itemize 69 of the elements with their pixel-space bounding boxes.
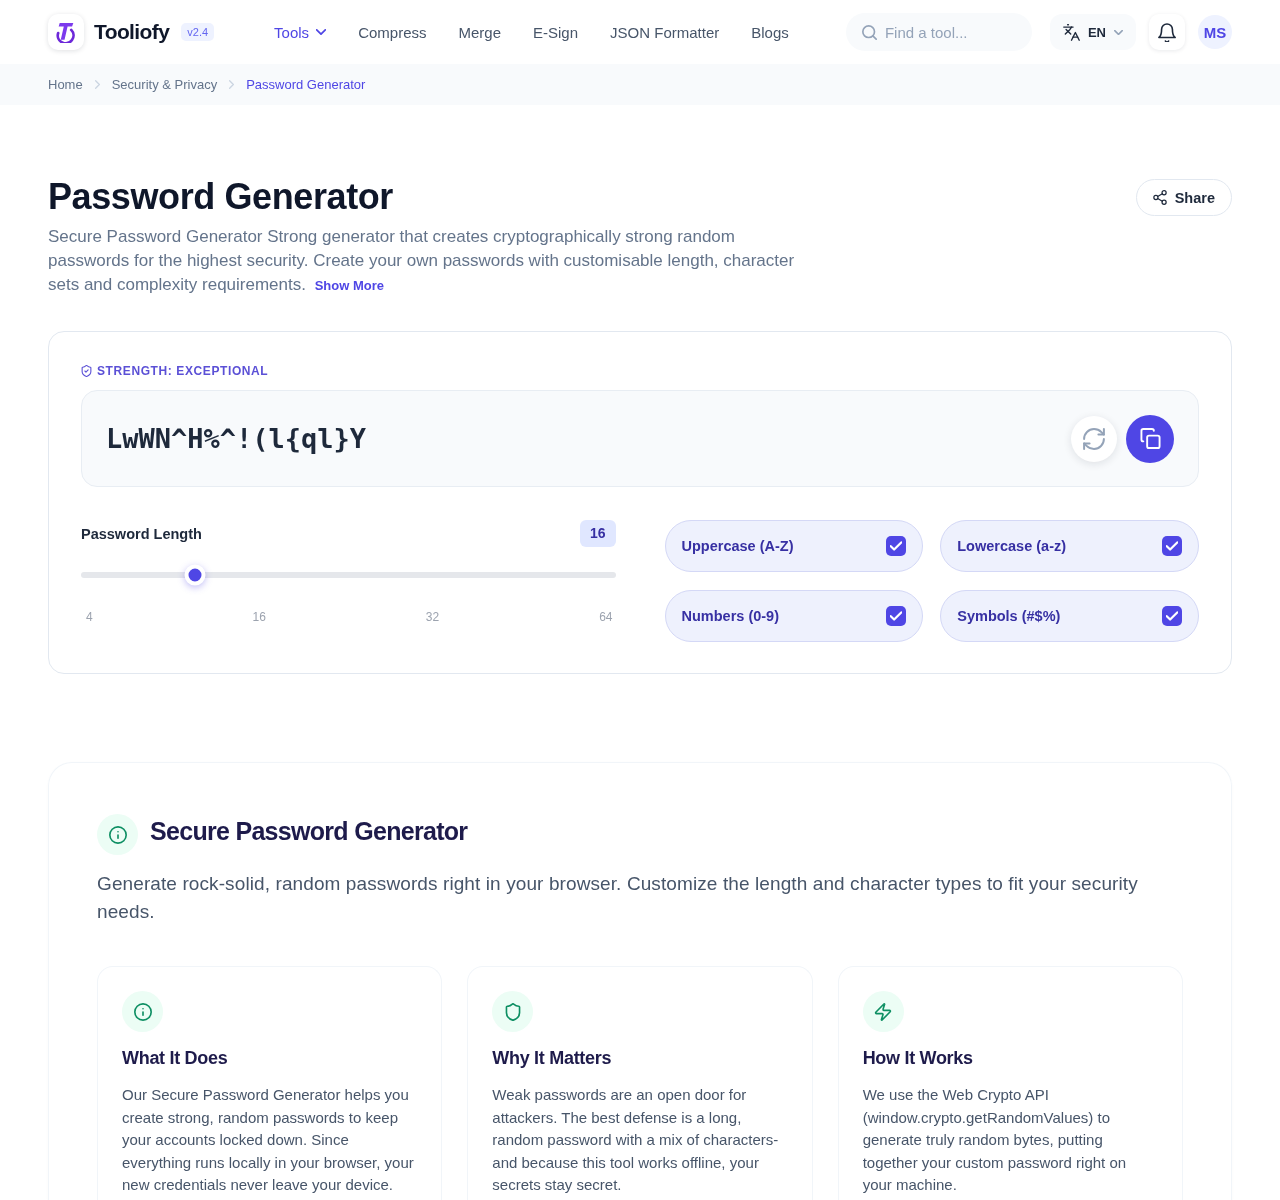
notifications-button[interactable] xyxy=(1149,14,1185,50)
chevron-down-icon xyxy=(1114,29,1123,35)
option-label: Lowercase (a-z) xyxy=(957,538,1067,555)
nav-link[interactable]: E-Sign xyxy=(533,23,579,41)
option-toggle[interactable]: Uppercase (A-Z) xyxy=(664,520,924,573)
feature-title: What It Does xyxy=(122,1047,229,1070)
option-toggle[interactable]: Numbers (0-9) xyxy=(664,590,924,643)
password-text: LwWN^H%^!(l{ql}Y xyxy=(106,423,367,455)
strength-label: STRENGTH: EXCEPTIONAL xyxy=(97,364,269,379)
bell-icon xyxy=(1158,22,1176,42)
breadcrumb-link[interactable]: Security & Privacy xyxy=(111,77,218,92)
checkbox[interactable] xyxy=(886,536,907,557)
checkbox[interactable] xyxy=(886,606,907,627)
option-label: Symbols (#$%) xyxy=(957,608,1061,625)
chevron-right-icon xyxy=(229,80,235,89)
shield-check-icon xyxy=(81,365,92,378)
chevron-right-icon xyxy=(94,80,100,89)
copy-button[interactable] xyxy=(1126,414,1174,463)
feature-title: How It Works xyxy=(862,1047,974,1070)
nav-link[interactable]: JSON Formatter xyxy=(610,23,720,41)
nav-link[interactable]: Blogs xyxy=(751,23,789,41)
language-button[interactable]: EN xyxy=(1049,14,1136,50)
copy-icon xyxy=(1139,428,1161,450)
checkbox[interactable] xyxy=(1162,606,1182,627)
info-icon xyxy=(122,991,163,1033)
shield-icon xyxy=(492,991,534,1033)
regenerate-button[interactable] xyxy=(1071,415,1117,462)
tick-label: 16 xyxy=(252,610,266,625)
share-button[interactable]: Share xyxy=(1135,179,1232,216)
lightning-icon xyxy=(862,991,904,1033)
tick-label: 4 xyxy=(86,610,93,625)
page-description: Secure Password Generator Strong generator that creates cryptographically strong random passwords for the highest security. Create your own passwords with customisable length, character sets and complexity requirements. Show More xyxy=(48,226,796,297)
version-badge: v2.4 xyxy=(181,23,215,41)
check-icon xyxy=(1166,611,1178,622)
search-icon xyxy=(861,25,877,40)
option-toggle[interactable]: Lowercase (a-z) xyxy=(940,520,1199,573)
info-icon xyxy=(97,814,138,856)
tick-label: 64 xyxy=(599,610,613,625)
nav-link[interactable]: Tools xyxy=(274,23,327,41)
option-label: Uppercase (A-Z) xyxy=(681,538,794,555)
section-title: Secure Password Generator xyxy=(150,817,468,847)
feature-text: Weak passwords are an open door for attackers. The best defense is a long, random password with a mix of characters-and because this tool works offline, your secrets stay secret. xyxy=(492,1085,780,1196)
section-intro: Generate rock-solid, random passwords right in your browser. Customize the length and character types to fit your security needs. xyxy=(97,872,1139,925)
logo-icon[interactable] xyxy=(48,14,84,50)
page-title: Password Generator xyxy=(48,175,394,219)
breadcrumb-link[interactable]: Home xyxy=(48,77,83,92)
user-avatar[interactable]: MS xyxy=(1198,15,1232,49)
nav-link[interactable]: Merge xyxy=(458,23,501,41)
refresh-icon xyxy=(1083,427,1105,450)
show-more-link[interactable]: Show More xyxy=(314,278,384,294)
feature-text: We use the Web Crypto API (window.crypto.getRandomValues) to generate truly random bytes, putting together your custom password right on your machine. xyxy=(862,1085,1128,1196)
nav-link[interactable]: Compress xyxy=(358,23,427,41)
feature-title: Why It Matters xyxy=(492,1047,613,1070)
check-icon xyxy=(890,541,903,552)
translate-icon xyxy=(1062,23,1080,41)
tick-label: 32 xyxy=(425,610,440,625)
check-icon xyxy=(890,611,903,622)
option-toggle[interactable]: Symbols (#$%) xyxy=(940,590,1199,643)
brand-name: Tooliofy xyxy=(94,20,170,44)
check-icon xyxy=(1166,541,1178,552)
option-label: Numbers (0-9) xyxy=(681,608,779,625)
chevron-down-icon xyxy=(316,29,327,35)
share-icon xyxy=(1152,190,1167,205)
breadcrumb-current: Password Generator xyxy=(246,77,366,92)
feature-text: Our Secure Password Generator helps you create strong, random passwords to keep your accounts locked down. Since everything runs locally in your browser, your new credentials never leave your device. xyxy=(122,1085,415,1196)
checkbox[interactable] xyxy=(1162,536,1182,557)
length-value-badge: 16 xyxy=(579,520,616,548)
search-field[interactable]: Find a tool... xyxy=(845,13,1032,51)
length-label: Password Length xyxy=(81,525,202,542)
